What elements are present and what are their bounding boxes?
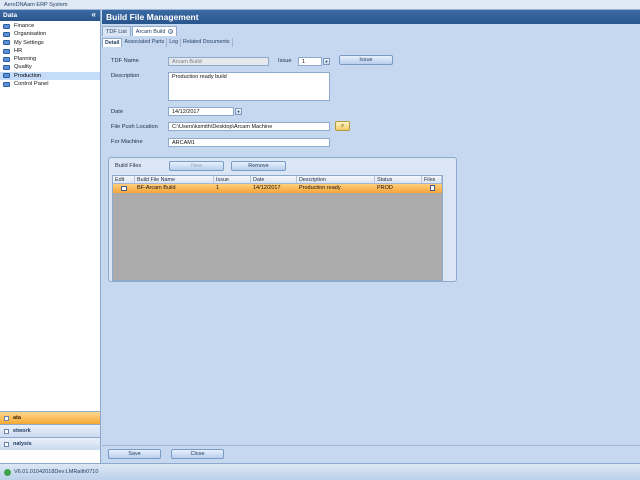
pane-button-network[interactable]: etwork — [0, 424, 100, 437]
document-tabs: TDF List Arcam Build × — [102, 25, 178, 36]
for-machine-label: For Machine — [111, 139, 143, 145]
collapse-icon[interactable]: « — [92, 10, 96, 19]
issue-select[interactable]: 1 — [298, 57, 322, 66]
pane-label: etwork — [13, 428, 31, 434]
column-header-edit[interactable]: Edit — [113, 176, 135, 183]
tab-related-documents[interactable]: Related Documents — [181, 38, 233, 47]
file-push-location-label: File Push Location — [111, 124, 158, 130]
sidebar-list: Finance Organisation My Settings HR Plan… — [0, 21, 100, 88]
folder-icon — [3, 40, 10, 46]
detail-tabs: Detail Associated Parts Log Related Docu… — [102, 37, 233, 47]
build-file-name-cell: BF-Arcam Build — [137, 185, 176, 191]
sidebar-item-hr[interactable]: HR — [0, 47, 100, 55]
folder-icon — [3, 73, 10, 79]
tab-label: TDF List — [106, 28, 127, 35]
table-row[interactable]: BF-Arcam Build 1 14/12/2017 Production r… — [113, 184, 442, 193]
sidebar-item-planning[interactable]: Planning — [0, 55, 100, 63]
window-title: AeroDNAam ERP System — [0, 0, 640, 10]
edit-icon[interactable] — [121, 186, 127, 191]
column-header-files[interactable]: Files — [422, 176, 442, 183]
tab-log[interactable]: Log — [167, 38, 182, 47]
pane-icon — [4, 441, 9, 447]
sidebar-item-label: HR — [14, 47, 23, 54]
page-title: Build File Management — [102, 10, 640, 24]
date-field[interactable]: 14/12/2017 — [168, 107, 234, 116]
sidebar-item-label: Quality — [14, 64, 32, 71]
sidebar-title: Data — [3, 12, 18, 19]
calendar-dropdown-icon[interactable]: ▼ — [235, 108, 242, 115]
sidebar-header: Data « — [0, 10, 100, 21]
sidebar-item-label: Control Panel — [14, 81, 49, 88]
tdf-name-label: TDF Name — [111, 58, 139, 64]
files-cell[interactable] — [422, 184, 442, 193]
build-files-label: Build Files — [115, 163, 142, 169]
folder-icon — [3, 31, 10, 37]
close-icon[interactable]: × — [168, 29, 174, 34]
new-button[interactable]: New — [169, 161, 224, 171]
issue-button[interactable]: Issue — [339, 55, 393, 65]
folder-icon — [3, 81, 10, 87]
status-icon — [4, 468, 11, 476]
sidebar-item-label: My Settings — [14, 39, 44, 46]
pane-label: nalysis — [13, 441, 32, 447]
save-button[interactable]: Save — [108, 449, 161, 459]
version-text: V6.01.01042018Dev:LMRaith0710 — [14, 469, 99, 475]
folder-icon — [3, 65, 10, 71]
status-bar: V6.01.01042018Dev:LMRaith0710 — [0, 463, 640, 480]
column-header-issue[interactable]: Issue — [214, 176, 251, 183]
tdf-name-field[interactable]: Arcam Build — [168, 57, 269, 66]
folder-icon — [3, 56, 10, 62]
column-header-date[interactable]: Date — [251, 176, 297, 183]
column-header-build-file-name[interactable]: Build File Name — [135, 176, 214, 183]
file-icon[interactable] — [429, 185, 435, 191]
sidebar-item-label: Organisation — [14, 31, 47, 38]
date-label: Date — [111, 109, 124, 115]
pane-button-data[interactable]: ata — [0, 411, 100, 424]
table-header: Edit Build File Name Issue Date Descript… — [113, 176, 442, 184]
issue-cell: 1 — [216, 185, 220, 191]
sidebar-item-label: Planning — [14, 56, 37, 63]
edit-cell[interactable] — [113, 184, 135, 193]
file-push-location-field[interactable]: C:\Users\ksmith\Desktop\Arcam Machine — [168, 122, 330, 131]
date-cell: 14/12/2017 — [253, 185, 281, 191]
status-cell: PROD — [377, 185, 393, 191]
column-header-status[interactable]: Status — [375, 176, 422, 183]
folder-icon — [3, 23, 10, 29]
tab-detail[interactable]: Detail — [102, 38, 123, 47]
pane-icon — [4, 428, 9, 434]
sidebar-item-my-settings[interactable]: My Settings — [0, 39, 100, 47]
close-button[interactable]: Close — [171, 449, 224, 459]
tab-associated-parts[interactable]: Associated Parts — [122, 38, 168, 47]
for-machine-field[interactable]: ARCAM1 — [168, 138, 330, 147]
pane-label: ata — [13, 415, 21, 421]
tab-tdf-list[interactable]: TDF List — [102, 26, 131, 36]
tab-label: Arcam Build — [135, 28, 166, 35]
pane-icon — [4, 415, 9, 421]
description-cell: Production ready — [299, 185, 341, 191]
tab-arcam-build[interactable]: Arcam Build × — [131, 26, 178, 36]
chevron-down-icon[interactable]: ▼ — [323, 58, 330, 65]
description-field[interactable]: Production ready build — [168, 72, 330, 101]
sidebar-item-control-panel[interactable]: Control Panel — [0, 80, 100, 88]
sidebar-item-label: Production — [14, 72, 42, 79]
remove-button[interactable]: Remove — [231, 161, 286, 171]
sidebar-item-organisation[interactable]: Organisation — [0, 30, 100, 38]
sidebar: Data « Finance Organisation My Settings … — [0, 10, 101, 463]
build-files-table: Edit Build File Name Issue Date Descript… — [112, 175, 443, 281]
issue-label: Issue — [278, 58, 292, 64]
sidebar-item-finance[interactable]: Finance — [0, 22, 100, 30]
pane-button-analysis[interactable]: nalysis — [0, 437, 100, 450]
folder-icon — [3, 48, 10, 54]
column-header-description[interactable]: Description — [297, 176, 375, 183]
sidebar-item-quality[interactable]: Quality — [0, 63, 100, 71]
sidebar-item-production[interactable]: Production — [0, 71, 100, 81]
sidebar-item-label: Finance — [14, 23, 35, 29]
description-label: Description — [111, 73, 140, 79]
browse-folder-icon[interactable]: ⌕ — [335, 121, 350, 131]
